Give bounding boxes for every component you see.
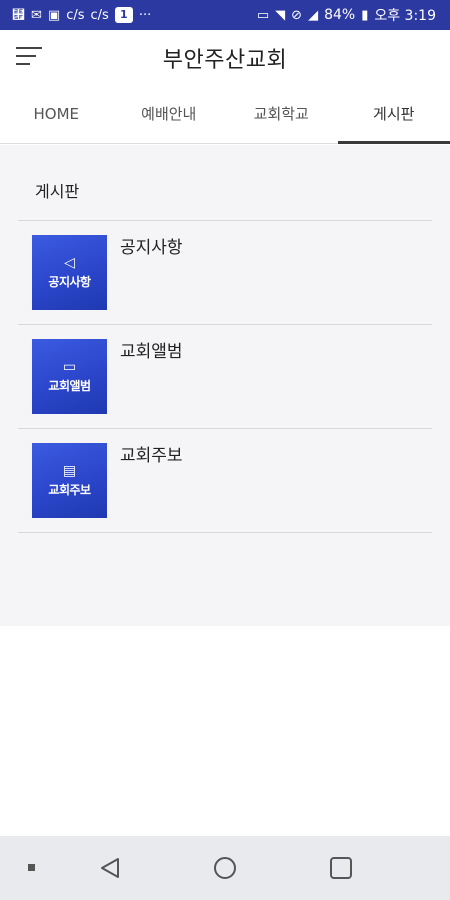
more-icon: ··· xyxy=(138,7,152,23)
notification-count-icon: 1 xyxy=(114,7,133,23)
notice-thumbnail: ◁ 공지사항 xyxy=(32,235,107,310)
app-title: 부안주산교회 xyxy=(162,48,288,73)
album-thumbnail: ▭ 교회앨범 xyxy=(32,339,107,414)
dot-icon[interactable] xyxy=(26,862,38,886)
list-item-notice[interactable]: ◁ 공지사항 공지사항 xyxy=(18,221,432,325)
document-icon: ▤ xyxy=(62,462,77,479)
list-item-album[interactable]: ▭ 교회앨범 교회앨범 xyxy=(18,325,432,429)
tab-home[interactable]: HOME xyxy=(0,84,113,143)
megaphone-icon: ◁ xyxy=(64,254,75,271)
cafe-icon: c/s xyxy=(66,7,85,23)
monitor-icon: ▭ xyxy=(62,358,77,375)
home-icon[interactable] xyxy=(213,856,237,880)
cafe-icon: c/s xyxy=(90,7,109,23)
status-bar-left: ⹟ ✉ ▣ c/s c/s 1 ··· xyxy=(12,7,151,23)
tab-worship-info[interactable]: 예배안내 xyxy=(113,84,226,143)
system-navigation-bar xyxy=(0,836,450,900)
list-item-label: 공지사항 xyxy=(120,238,183,258)
list-item-label: 교회주보 xyxy=(120,446,183,466)
board-content: 게시판 ◁ 공지사항 공지사항 ▭ 교회앨범 교회앨범 ▤ 교회주보 교회주보 xyxy=(0,145,450,626)
battery-icon: ▮ xyxy=(361,7,369,23)
status-bar-right: ▭ ◥ ⊘ ◢ 84% ▮ 오후 3:19 xyxy=(257,5,436,25)
usb-icon: ⹟ xyxy=(12,7,25,23)
section-title: 게시판 xyxy=(35,182,80,201)
silent-icon: ⊘ xyxy=(291,7,303,23)
tab-church-school[interactable]: 교회학교 xyxy=(225,84,338,143)
tab-board[interactable]: 게시판 xyxy=(337,84,450,144)
image-icon: ▣ xyxy=(47,7,61,23)
app-bar: 부안주산교회 xyxy=(0,30,450,84)
recents-icon[interactable] xyxy=(329,856,353,880)
battery-percent: 84% xyxy=(324,7,356,23)
thumbnail-label: 교회앨범 xyxy=(48,378,91,393)
nfc-icon: ▭ xyxy=(256,7,270,23)
tab-bar: HOME 예배안내 교회학교 게시판 xyxy=(0,84,450,144)
signal-icon: ◢ xyxy=(308,7,319,23)
list-item-bulletin[interactable]: ▤ 교회주보 교회주보 xyxy=(18,429,432,533)
clock: 오후 3:19 xyxy=(374,8,436,24)
thumbnail-label: 공지사항 xyxy=(48,274,91,289)
board-list: ◁ 공지사항 공지사항 ▭ 교회앨범 교회앨범 ▤ 교회주보 교회주보 xyxy=(18,220,432,533)
status-bar: ⹟ ✉ ▣ c/s c/s 1 ··· ▭ ◥ ⊘ ◢ 84% ▮ 오후 3:1… xyxy=(0,0,450,30)
thumbnail-label: 교회주보 xyxy=(48,482,91,497)
list-item-label: 교회앨범 xyxy=(120,342,183,362)
back-icon[interactable] xyxy=(98,856,122,880)
wifi-icon: ◥ xyxy=(275,7,286,23)
mail-icon: ✉ xyxy=(31,7,42,23)
bulletin-thumbnail: ▤ 교회주보 xyxy=(32,443,107,518)
